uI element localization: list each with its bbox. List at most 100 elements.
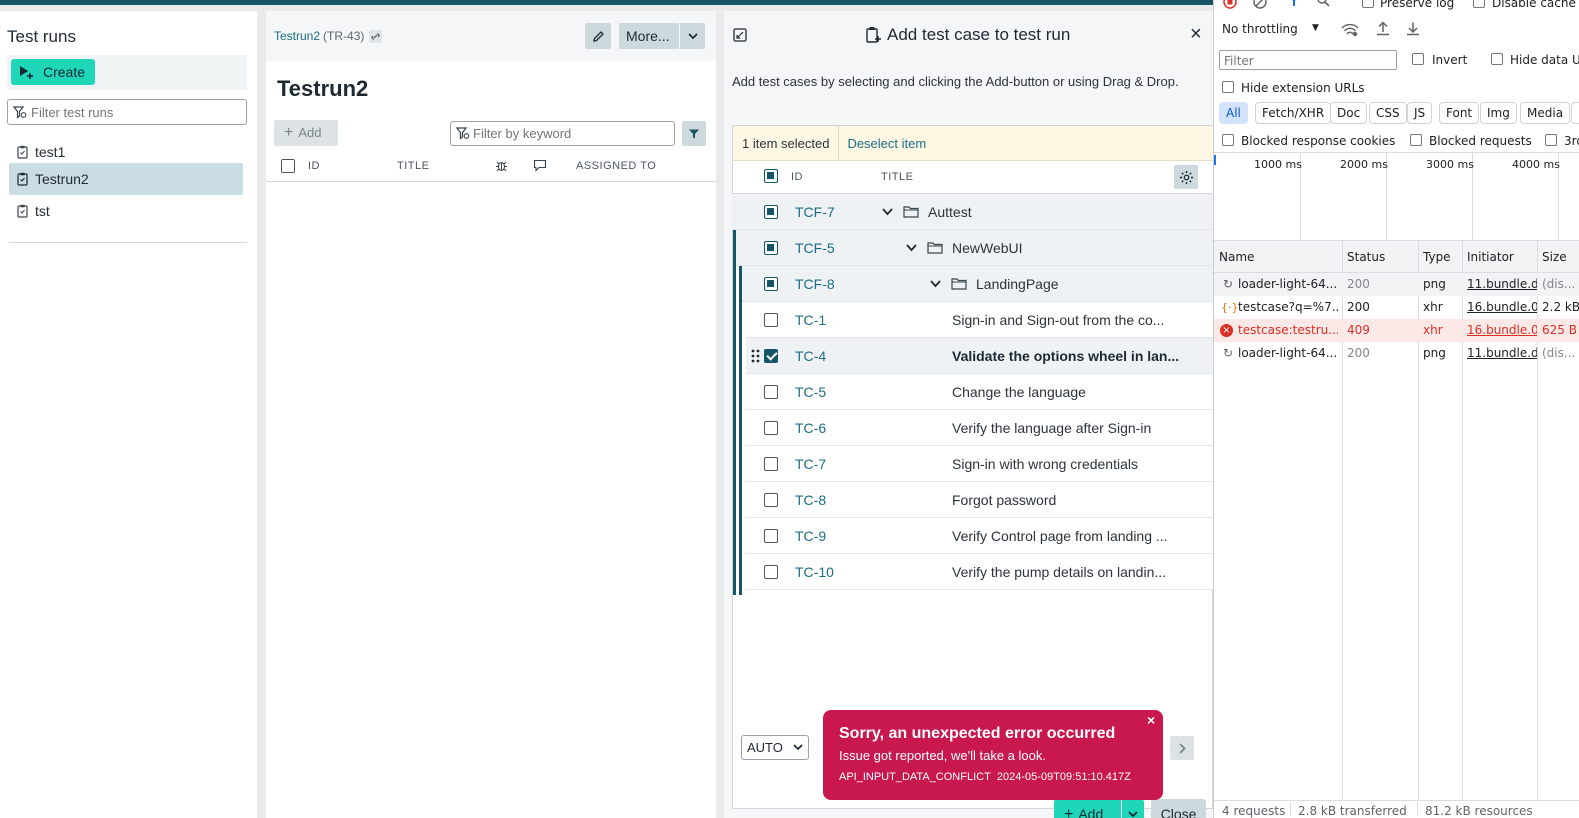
edit-button[interactable] [585,23,611,49]
column-id[interactable]: ID [308,160,320,172]
more-button[interactable]: More... [619,23,679,49]
select-all-checkbox[interactable] [281,159,295,173]
row-id[interactable]: TCF-5 [795,240,835,256]
hide-data-urls-checkbox[interactable] [1491,53,1503,65]
preserve-log-checkbox[interactable] [1362,0,1374,8]
type-filter-all[interactable]: All [1219,102,1248,124]
column-name[interactable]: Name [1219,250,1254,264]
add-dropdown-button[interactable] [1122,799,1144,818]
timeline-overview[interactable]: 1000 ms 2000 ms 3000 ms 4000 ms [1214,153,1579,241]
type-filter-doc[interactable]: Doc [1330,102,1368,124]
row-id[interactable]: TC-5 [795,384,826,400]
case-row[interactable]: TC-6 Verify the language after Sign-in [746,410,1213,446]
page-size-select[interactable]: AUTO [741,735,809,760]
blocked-cookies-checkbox[interactable] [1222,134,1234,146]
type-filter-more[interactable] [1571,102,1579,124]
type-filter-font[interactable]: Font [1439,102,1480,124]
row-id[interactable]: TC-7 [795,456,826,472]
request-initiator[interactable]: 11.bundle.d: [1467,342,1537,365]
create-button[interactable]: Create [11,59,95,85]
case-row[interactable]: TC-10 Verify the pump details on landin.… [746,554,1213,590]
row-checkbox[interactable] [764,385,778,399]
third-party-checkbox[interactable] [1545,134,1557,146]
row-checkbox[interactable] [764,205,778,219]
select-all-checkbox[interactable] [764,169,778,183]
request-row[interactable]: ↻ loader-light-64... 200 png 11.bundle.d… [1214,273,1579,296]
row-id[interactable]: TCF-8 [795,276,835,292]
breadcrumb-name[interactable]: Testrun2 [274,29,320,43]
row-id[interactable]: TC-4 [795,348,826,364]
column-status[interactable]: Status [1347,250,1385,264]
type-filter-media[interactable]: Media [1520,102,1571,124]
add-cases-button[interactable]: + Add [274,120,338,146]
next-page-button[interactable] [1170,736,1194,760]
folder-row[interactable]: TCF-8 LandingPage [742,266,1213,302]
case-row[interactable]: TC-5 Change the language [746,374,1213,410]
clear-icon[interactable] [1253,0,1267,9]
drag-handle-icon[interactable] [751,349,760,363]
folder-row[interactable]: TCF-5 NewWebUI [736,230,1213,266]
copy-link-icon[interactable] [369,29,383,43]
chevron-down-icon[interactable] [882,208,893,216]
column-assigned-to[interactable]: ASSIGNED TO [576,160,656,172]
type-filter-img[interactable]: Img [1480,102,1517,124]
row-checkbox[interactable] [764,277,778,291]
blocked-requests-checkbox[interactable] [1410,134,1422,146]
add-button[interactable]: + Add [1054,799,1121,818]
column-id[interactable]: ID [791,171,803,183]
request-initiator[interactable]: 16.bundle.0: [1467,296,1537,319]
invert-checkbox[interactable] [1412,53,1424,65]
search-icon[interactable] [1317,0,1330,8]
column-initiator[interactable]: Initiator [1467,250,1514,264]
more-dropdown-button[interactable] [680,23,705,49]
row-checkbox[interactable] [764,241,778,255]
row-id[interactable]: TC-1 [795,312,826,328]
type-filter-fetch-xhr[interactable]: Fetch/XHR [1255,102,1332,124]
column-title[interactable]: TITLE [397,160,429,172]
breadcrumb[interactable]: Testrun2 (TR-43) [274,29,383,43]
type-filter-js[interactable]: JS [1407,102,1433,124]
request-initiator[interactable]: 11.bundle.d: [1467,273,1537,296]
case-row[interactable]: TC-7 Sign-in with wrong credentials [746,446,1213,482]
request-row-error[interactable]: × testcase:testru... 409 xhr 16.bundle.0… [1214,319,1579,342]
devtools-filter-input[interactable] [1224,53,1392,68]
record-stop-icon[interactable] [1223,0,1237,9]
disable-cache-checkbox[interactable] [1473,0,1485,8]
chevron-down-icon[interactable] [906,244,917,252]
row-checkbox[interactable] [764,313,778,327]
filter-test-runs-input[interactable] [31,103,241,121]
devtools-filter[interactable] [1219,50,1397,70]
chevron-down-icon[interactable] [930,280,941,288]
row-id[interactable]: TCF-7 [795,204,835,220]
network-conditions-icon[interactable] [1341,22,1359,38]
folder-row[interactable]: TCF-7 Auttest [732,194,1213,230]
toast-close-icon[interactable]: × [1147,712,1155,728]
case-row[interactable]: TC-9 Verify Control page from landing ..… [746,518,1213,554]
keyword-filter[interactable] [450,121,675,146]
throttling-select[interactable]: No throttling ▼ [1222,22,1332,40]
row-checkbox[interactable] [764,565,778,579]
close-icon[interactable]: × [1190,23,1202,46]
sidebar-item-tst[interactable]: tst [9,195,243,227]
filter-test-runs[interactable] [7,99,247,125]
row-checkbox[interactable] [764,529,778,543]
case-row[interactable]: TC-8 Forgot password [746,482,1213,518]
request-row[interactable]: {·} testcase?q=%7... 200 xhr 16.bundle.0… [1214,296,1579,319]
row-checkbox[interactable] [764,457,778,471]
case-row[interactable]: TC-1 Sign-in and Sign-out from the co... [746,302,1213,338]
request-initiator[interactable]: 16.bundle.0: [1467,319,1537,342]
column-size[interactable]: Size [1542,250,1567,264]
expand-icon[interactable] [733,28,747,42]
column-title[interactable]: TITLE [881,171,913,183]
keyword-filter-input[interactable] [473,125,669,142]
case-row-selected[interactable]: TC-4 Validate the options wheel in lan..… [746,338,1213,374]
row-checkbox[interactable] [764,349,778,363]
row-checkbox[interactable] [764,421,778,435]
advanced-filter-button[interactable] [682,121,706,146]
row-id[interactable]: TC-10 [795,564,834,580]
hide-extension-urls-checkbox[interactable] [1222,81,1234,93]
close-button[interactable]: Close [1151,799,1206,818]
upload-icon[interactable] [1376,21,1390,36]
download-icon[interactable] [1406,21,1420,36]
row-id[interactable]: TC-6 [795,420,826,436]
